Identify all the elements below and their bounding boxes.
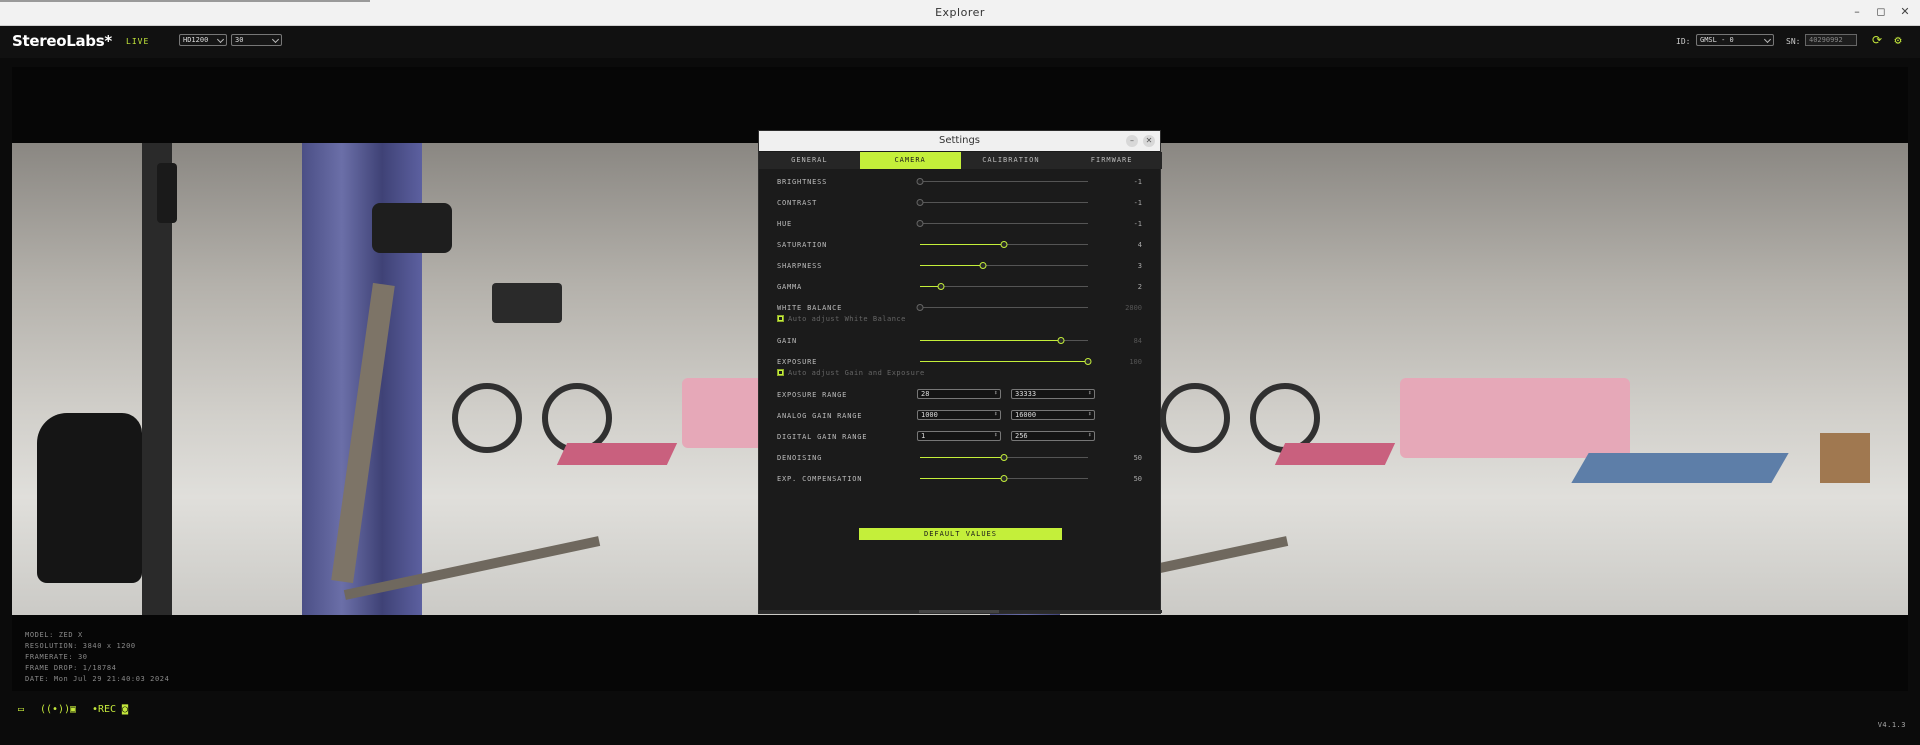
saturation-slider[interactable]: [920, 241, 1088, 248]
white-balance-value: 2800: [1125, 304, 1142, 312]
denoising-slider[interactable]: [920, 454, 1088, 461]
brightness-slider[interactable]: [916, 178, 1088, 185]
loading-bar: [0, 0, 370, 2]
settings-close-button[interactable]: ✕: [1143, 135, 1155, 147]
dialog-scrollbar[interactable]: [759, 610, 1162, 613]
white-balance-label: WHITE BALANCE: [777, 304, 843, 312]
saturation-value: 4: [1137, 241, 1142, 249]
hue-label: HUE: [777, 220, 793, 228]
exposure-range-label: EXPOSURE RANGE: [777, 391, 848, 399]
exposure-slider[interactable]: [920, 358, 1092, 365]
settings-minimize-button[interactable]: –: [1126, 135, 1138, 147]
tab-firmware[interactable]: FIRMWARE: [1061, 152, 1162, 169]
auto-white-balance-label: Auto adjust White Balance: [788, 315, 906, 323]
fps-select[interactable]: 30: [231, 34, 282, 46]
bottom-toolbar: ▭ ((•)) ▣ •REC ◙: [14, 703, 132, 716]
id-label: ID:: [1676, 37, 1691, 46]
gain-label: GAIN: [777, 337, 798, 345]
gear-icon[interactable]: ⚙: [1891, 33, 1905, 47]
default-values-button[interactable]: DEFAULT VALUES: [859, 528, 1062, 540]
auto-gain-exposure-label: Auto adjust Gain and Exposure: [788, 369, 925, 377]
digital-gain-range-min[interactable]: 1: [917, 431, 1001, 441]
hue-value: -1: [1133, 220, 1142, 228]
info-frame-drop: FRAME DROP: 1/18784: [25, 664, 117, 672]
camera-id-select[interactable]: GMSL - 0: [1696, 34, 1774, 46]
denoising-label: DENOISING: [777, 454, 823, 462]
info-resolution: RESOLUTION: 3840 x 1200: [25, 642, 136, 650]
info-date: DATE: Mon Jul 29 21:40:03 2024: [25, 675, 170, 683]
settings-title-bar: Settings – ✕: [759, 131, 1160, 151]
info-model: MODEL: ZED X: [25, 631, 83, 639]
info-framerate: FRAMERATE: 30: [25, 653, 88, 661]
video-viewport: Settings – ✕ GENERAL CAMERA CALIBRATION …: [12, 67, 1908, 691]
camera-icon[interactable]: ◙: [118, 703, 132, 716]
exp-compensation-value: 50: [1133, 475, 1142, 483]
gain-slider[interactable]: [920, 337, 1088, 344]
digital-gain-range-max[interactable]: 256: [1011, 431, 1095, 441]
sharpness-value: 3: [1137, 262, 1142, 270]
window-title: Explorer: [935, 6, 985, 19]
white-balance-slider[interactable]: [916, 304, 1088, 311]
contrast-value: -1: [1133, 199, 1142, 207]
hue-slider[interactable]: [916, 220, 1088, 227]
stream-icon[interactable]: ((•)): [40, 703, 70, 716]
exposure-label: EXPOSURE: [777, 358, 818, 366]
settings-tabs: GENERAL CAMERA CALIBRATION FIRMWARE: [759, 152, 1162, 169]
tab-calibration[interactable]: CALIBRATION: [961, 152, 1062, 169]
brightness-label: BRIGHTNESS: [777, 178, 828, 186]
analog-gain-range-max[interactable]: 16000: [1011, 410, 1095, 420]
serial-number-field: 40290992: [1805, 34, 1857, 46]
checkbox-icon: [777, 315, 784, 322]
exp-compensation-label: EXP. COMPENSATION: [777, 475, 863, 483]
settings-title: Settings: [938, 135, 980, 146]
tab-general[interactable]: GENERAL: [759, 152, 860, 169]
sharpness-label: SHARPNESS: [777, 262, 823, 270]
maximize-button[interactable]: ◻: [1874, 4, 1888, 20]
resolution-select[interactable]: HD1200: [179, 34, 227, 46]
digital-gain-range-label: DIGITAL GAIN RANGE: [777, 433, 868, 441]
gamma-slider[interactable]: [920, 283, 1088, 290]
exp-compensation-slider[interactable]: [920, 475, 1088, 482]
settings-dialog: Settings – ✕ GENERAL CAMERA CALIBRATION …: [758, 130, 1162, 614]
exposure-range-max[interactable]: 33333: [1011, 389, 1095, 399]
folder-icon[interactable]: ▭: [14, 703, 28, 716]
gamma-label: GAMMA: [777, 283, 803, 291]
exposure-range-min[interactable]: 28: [917, 389, 1001, 399]
close-button[interactable]: ✕: [1898, 4, 1912, 20]
checkbox-icon: [777, 369, 784, 376]
os-title-bar: Explorer – ◻ ✕: [0, 0, 1920, 26]
analog-gain-range-min[interactable]: 1000: [917, 410, 1001, 420]
sharpness-slider[interactable]: [920, 262, 1088, 269]
analog-gain-range-label: ANALOG GAIN RANGE: [777, 412, 863, 420]
auto-gain-exposure-checkbox[interactable]: Auto adjust Gain and Exposure: [777, 369, 925, 377]
auto-white-balance-checkbox[interactable]: Auto adjust White Balance: [777, 315, 906, 323]
tab-camera[interactable]: CAMERA: [859, 152, 961, 169]
contrast-label: CONTRAST: [777, 199, 818, 207]
denoising-value: 50: [1133, 454, 1142, 462]
gain-value: 84: [1133, 337, 1142, 345]
svo-icon[interactable]: ▣: [66, 703, 80, 716]
brightness-value: -1: [1133, 178, 1142, 186]
camera-info-overlay: MODEL: ZED X RESOLUTION: 3840 x 1200 FRA…: [25, 630, 169, 685]
version-label: V4.1.3: [1877, 721, 1906, 729]
live-indicator: LIVE: [126, 37, 150, 46]
sn-label: SN:: [1786, 37, 1801, 46]
contrast-slider[interactable]: [916, 199, 1088, 206]
window-controls: – ◻ ✕: [1850, 4, 1912, 20]
saturation-label: SATURATION: [777, 241, 828, 249]
logo: StereoLabs*: [12, 32, 112, 50]
minimize-button[interactable]: –: [1850, 4, 1864, 20]
gamma-value: 2: [1137, 283, 1142, 291]
record-icon[interactable]: •REC: [92, 703, 116, 716]
refresh-icon[interactable]: ⟳: [1870, 33, 1884, 47]
app-header: StereoLabs* LIVE HD1200 30 ID: GMSL - 0 …: [0, 26, 1920, 58]
exposure-value: 100: [1129, 358, 1142, 366]
